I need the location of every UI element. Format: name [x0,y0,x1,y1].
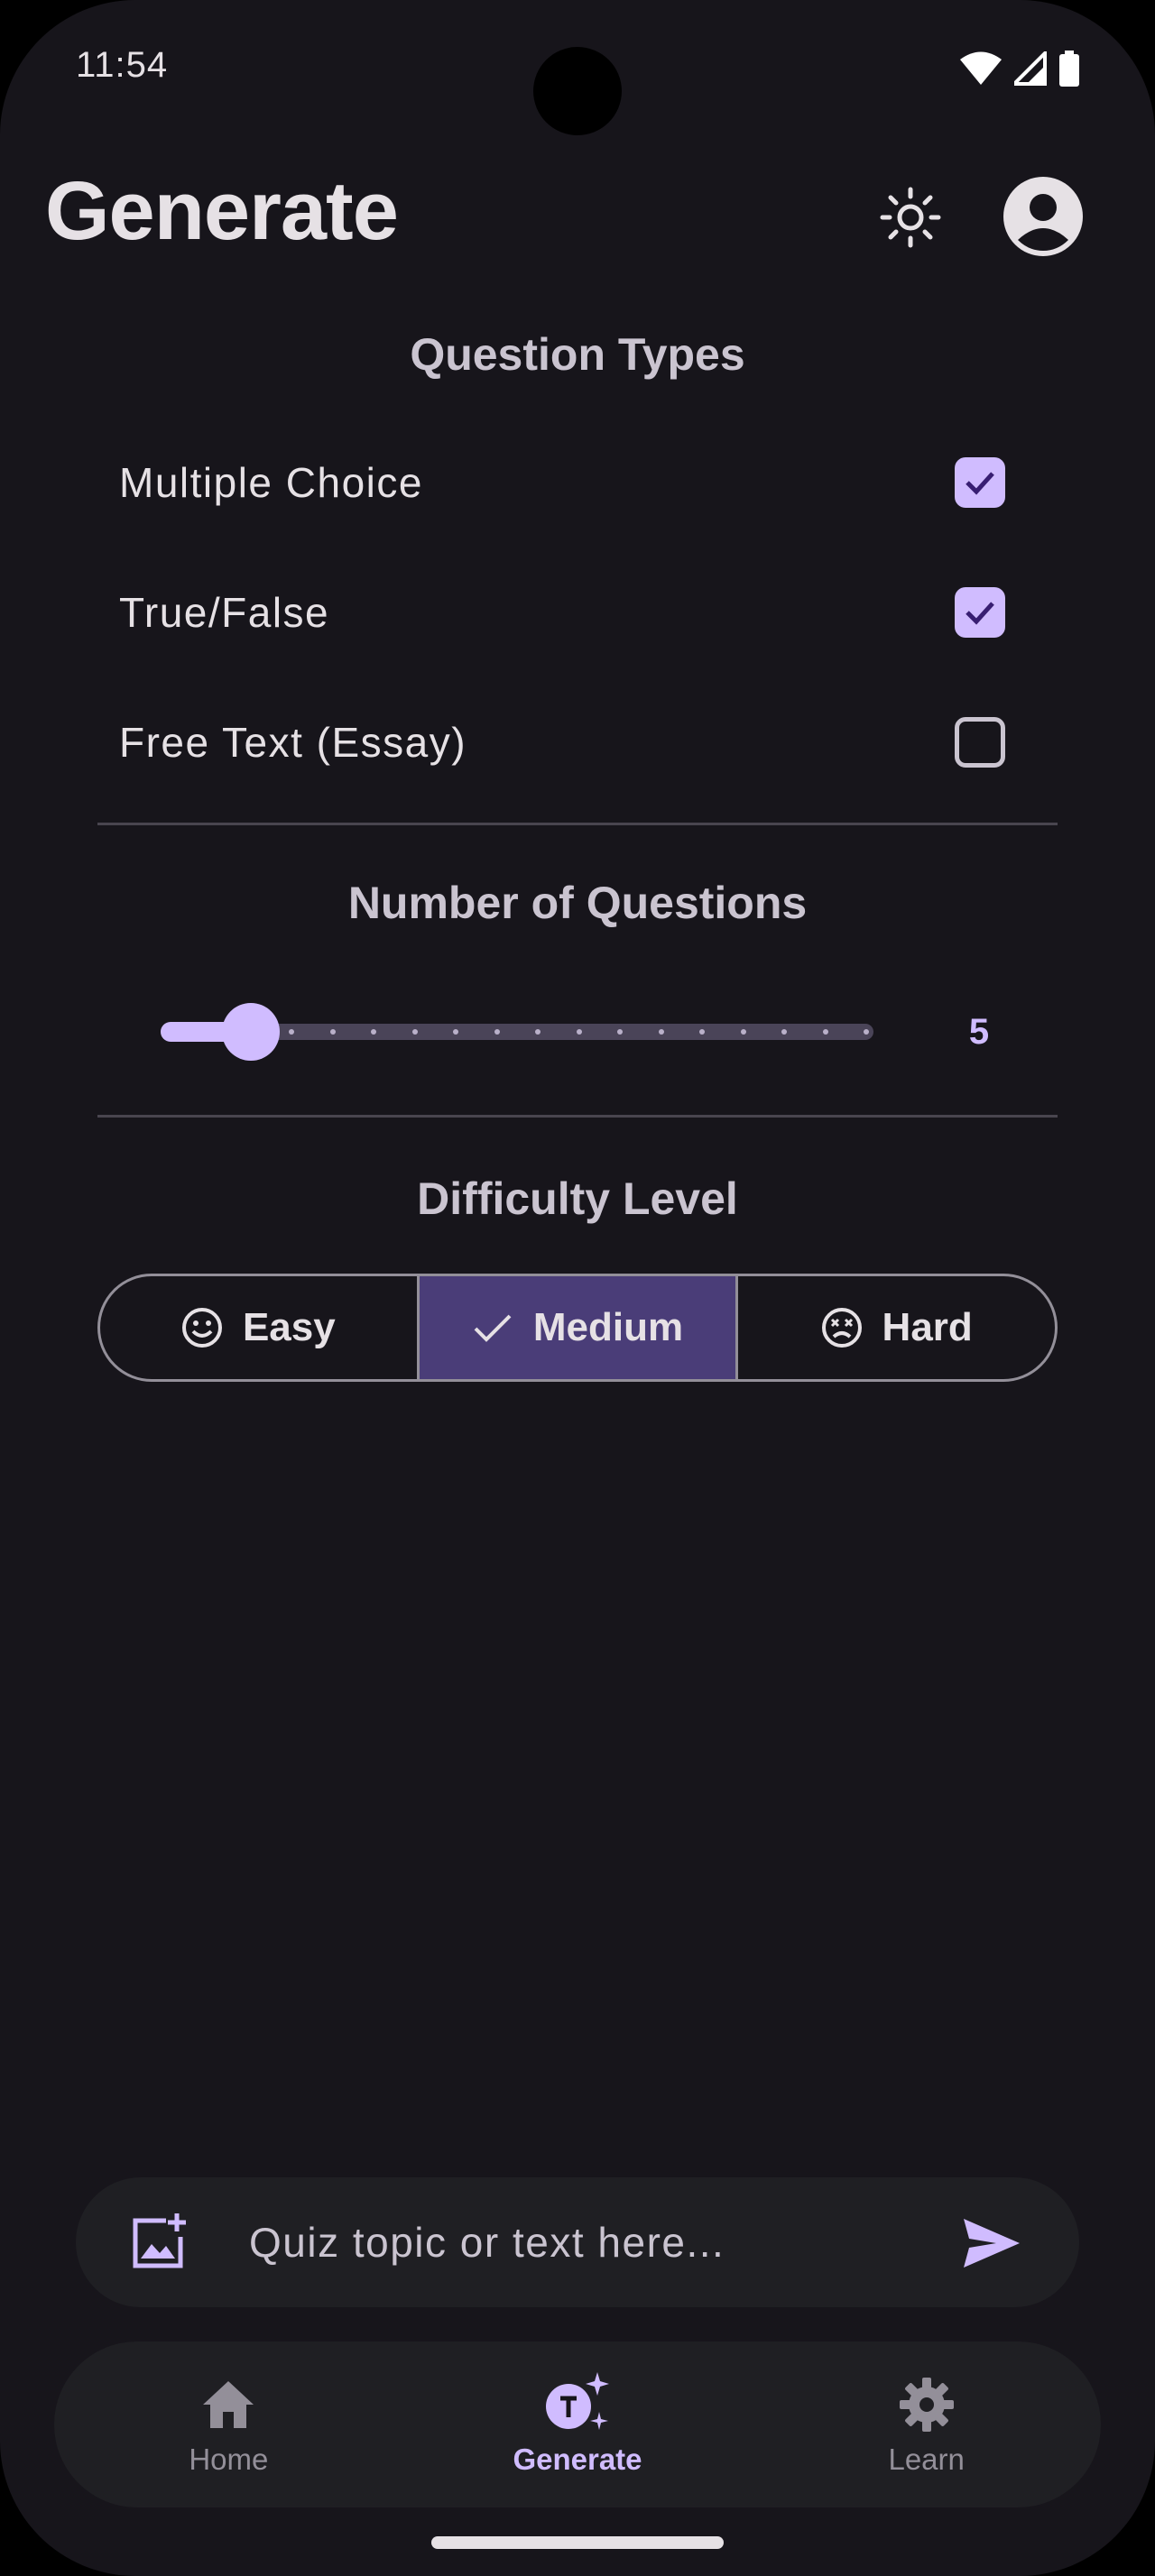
page-title: Generate [45,165,399,257]
divider [97,823,1058,825]
slider-tick [411,1029,418,1035]
difficulty-easy-button[interactable]: Easy [100,1276,417,1379]
battery-icon [1059,51,1079,87]
question-count-slider[interactable] [161,1003,873,1061]
home-icon [203,2381,254,2428]
option-multiple-choice[interactable]: Multiple Choice [119,433,1012,532]
question-types-title: Question Types [410,329,745,380]
option-label: Multiple Choice [119,459,423,506]
profile-button[interactable] [1003,177,1083,256]
dizzy-face-icon [821,1308,862,1348]
add-image-button[interactable] [130,2212,189,2271]
option-true-false[interactable]: True/False [119,563,1012,662]
slider-tick [781,1029,787,1035]
app-screen: 11:54 Generate Question Types Multiple C… [0,0,1155,2576]
difficulty-title: Difficulty Level [417,1173,738,1224]
status-time: 11:54 [76,45,169,85]
check-icon [474,1314,512,1342]
free-text-checkbox[interactable] [955,717,1005,768]
send-button[interactable] [960,2212,1023,2275]
check-icon [966,472,994,495]
topic-input-bar [76,2177,1079,2307]
true-false-checkbox[interactable] [955,587,1005,638]
add-photo-icon [133,2213,186,2268]
option-free-text[interactable]: Free Text (Essay) [119,693,1012,792]
smile-icon [181,1308,222,1348]
signal-icon [1014,51,1047,86]
slider-tick [617,1029,623,1035]
nav-label: Generate [513,2443,642,2476]
status-icons [960,51,1079,87]
bottom-navigation: Home Generate Learn [54,2341,1101,2507]
send-icon [964,2219,1020,2268]
slider-tick [822,1029,828,1035]
slider-tick [740,1029,746,1035]
difficulty-label: Hard [882,1305,973,1349]
slider-tick [576,1029,582,1035]
wifi-icon [960,51,1002,85]
slider-tick [289,1029,294,1035]
divider [97,1115,1058,1118]
slider-tick [658,1029,664,1035]
difficulty-hard-button[interactable]: Hard [735,1276,1055,1379]
slider-tick [864,1029,869,1035]
check-icon [966,602,994,625]
nav-item-generate[interactable]: Generate [403,2341,753,2507]
multiple-choice-checkbox[interactable] [955,457,1005,508]
home-indicator [431,2536,724,2549]
slider-value: 5 [968,1012,990,1052]
nav-label: Learn [888,2443,965,2476]
slider-tick [535,1029,541,1035]
difficulty-label: Medium [532,1305,684,1349]
nav-label: Home [189,2443,269,2476]
slider-tick [329,1029,336,1035]
difficulty-segmented-control: Easy Medium Hard [97,1274,1058,1382]
slider-thumb[interactable] [222,1003,280,1061]
number-of-questions-title: Number of Questions [347,878,808,928]
gear-icon [899,2378,954,2432]
slider-tick [453,1029,458,1035]
camera-cutout [533,47,622,135]
difficulty-label: Easy [242,1305,336,1349]
slider-tick [699,1029,705,1035]
slider-tick [371,1029,376,1035]
slider-tick [494,1029,500,1035]
sun-icon [880,187,941,248]
option-label: Free Text (Essay) [119,719,467,766]
topic-input[interactable] [249,2208,935,2277]
nav-item-learn[interactable]: Learn [752,2341,1101,2507]
option-label: True/False [119,589,330,636]
text-sparkle-icon [546,2372,609,2430]
nav-item-home[interactable]: Home [54,2341,403,2507]
difficulty-medium-button[interactable]: Medium [416,1276,736,1379]
account-circle-icon [1003,177,1083,256]
theme-toggle-button[interactable] [872,179,949,256]
